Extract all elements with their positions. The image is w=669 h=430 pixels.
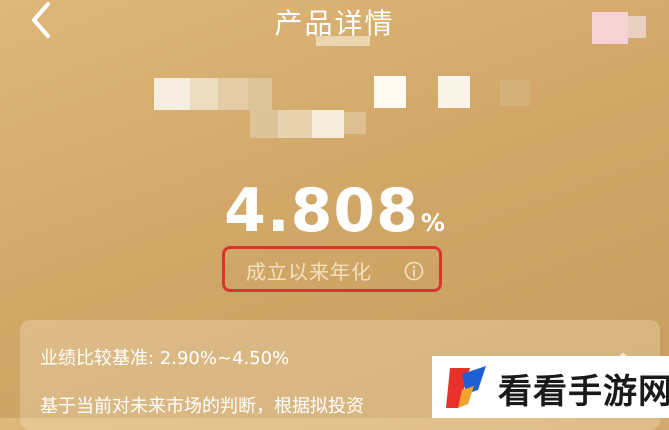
product-name-mosaic xyxy=(278,110,312,138)
info-icon xyxy=(404,261,424,281)
product-name-mosaic xyxy=(344,112,366,134)
watermark-text: 看看手游网 xyxy=(498,372,669,412)
product-name-mosaic xyxy=(248,78,272,110)
product-name-mosaic xyxy=(374,76,406,108)
censor-mosaic xyxy=(628,16,646,38)
product-detail-screen: 产品详情 4.808% 成立以来年化 业绩比较基准: 2.90%~4.50% 基… xyxy=(0,0,669,430)
product-name-mosaic xyxy=(190,78,218,110)
rate-unit: % xyxy=(420,209,445,237)
benchmark-description: 基于当前对未来市场的判断，根据拟投资 xyxy=(40,396,364,417)
annualized-rate: 4.808% xyxy=(0,176,669,246)
product-name-mosaic xyxy=(154,78,190,110)
censor-mosaic xyxy=(592,12,628,44)
product-name-mosaic xyxy=(312,110,344,138)
watermark-logo-icon xyxy=(440,360,494,414)
info-button[interactable] xyxy=(404,261,424,281)
product-name-mosaic xyxy=(500,80,530,106)
censor-mosaic xyxy=(316,36,370,46)
rate-label: 成立以来年化 xyxy=(246,260,372,284)
rate-value: 4.808 xyxy=(224,176,419,246)
product-name-mosaic xyxy=(438,76,470,108)
benchmark-text: 业绩比较基准: 2.90%~4.50% xyxy=(40,348,290,369)
product-name-mosaic xyxy=(250,110,278,138)
product-name-mosaic xyxy=(218,78,248,110)
